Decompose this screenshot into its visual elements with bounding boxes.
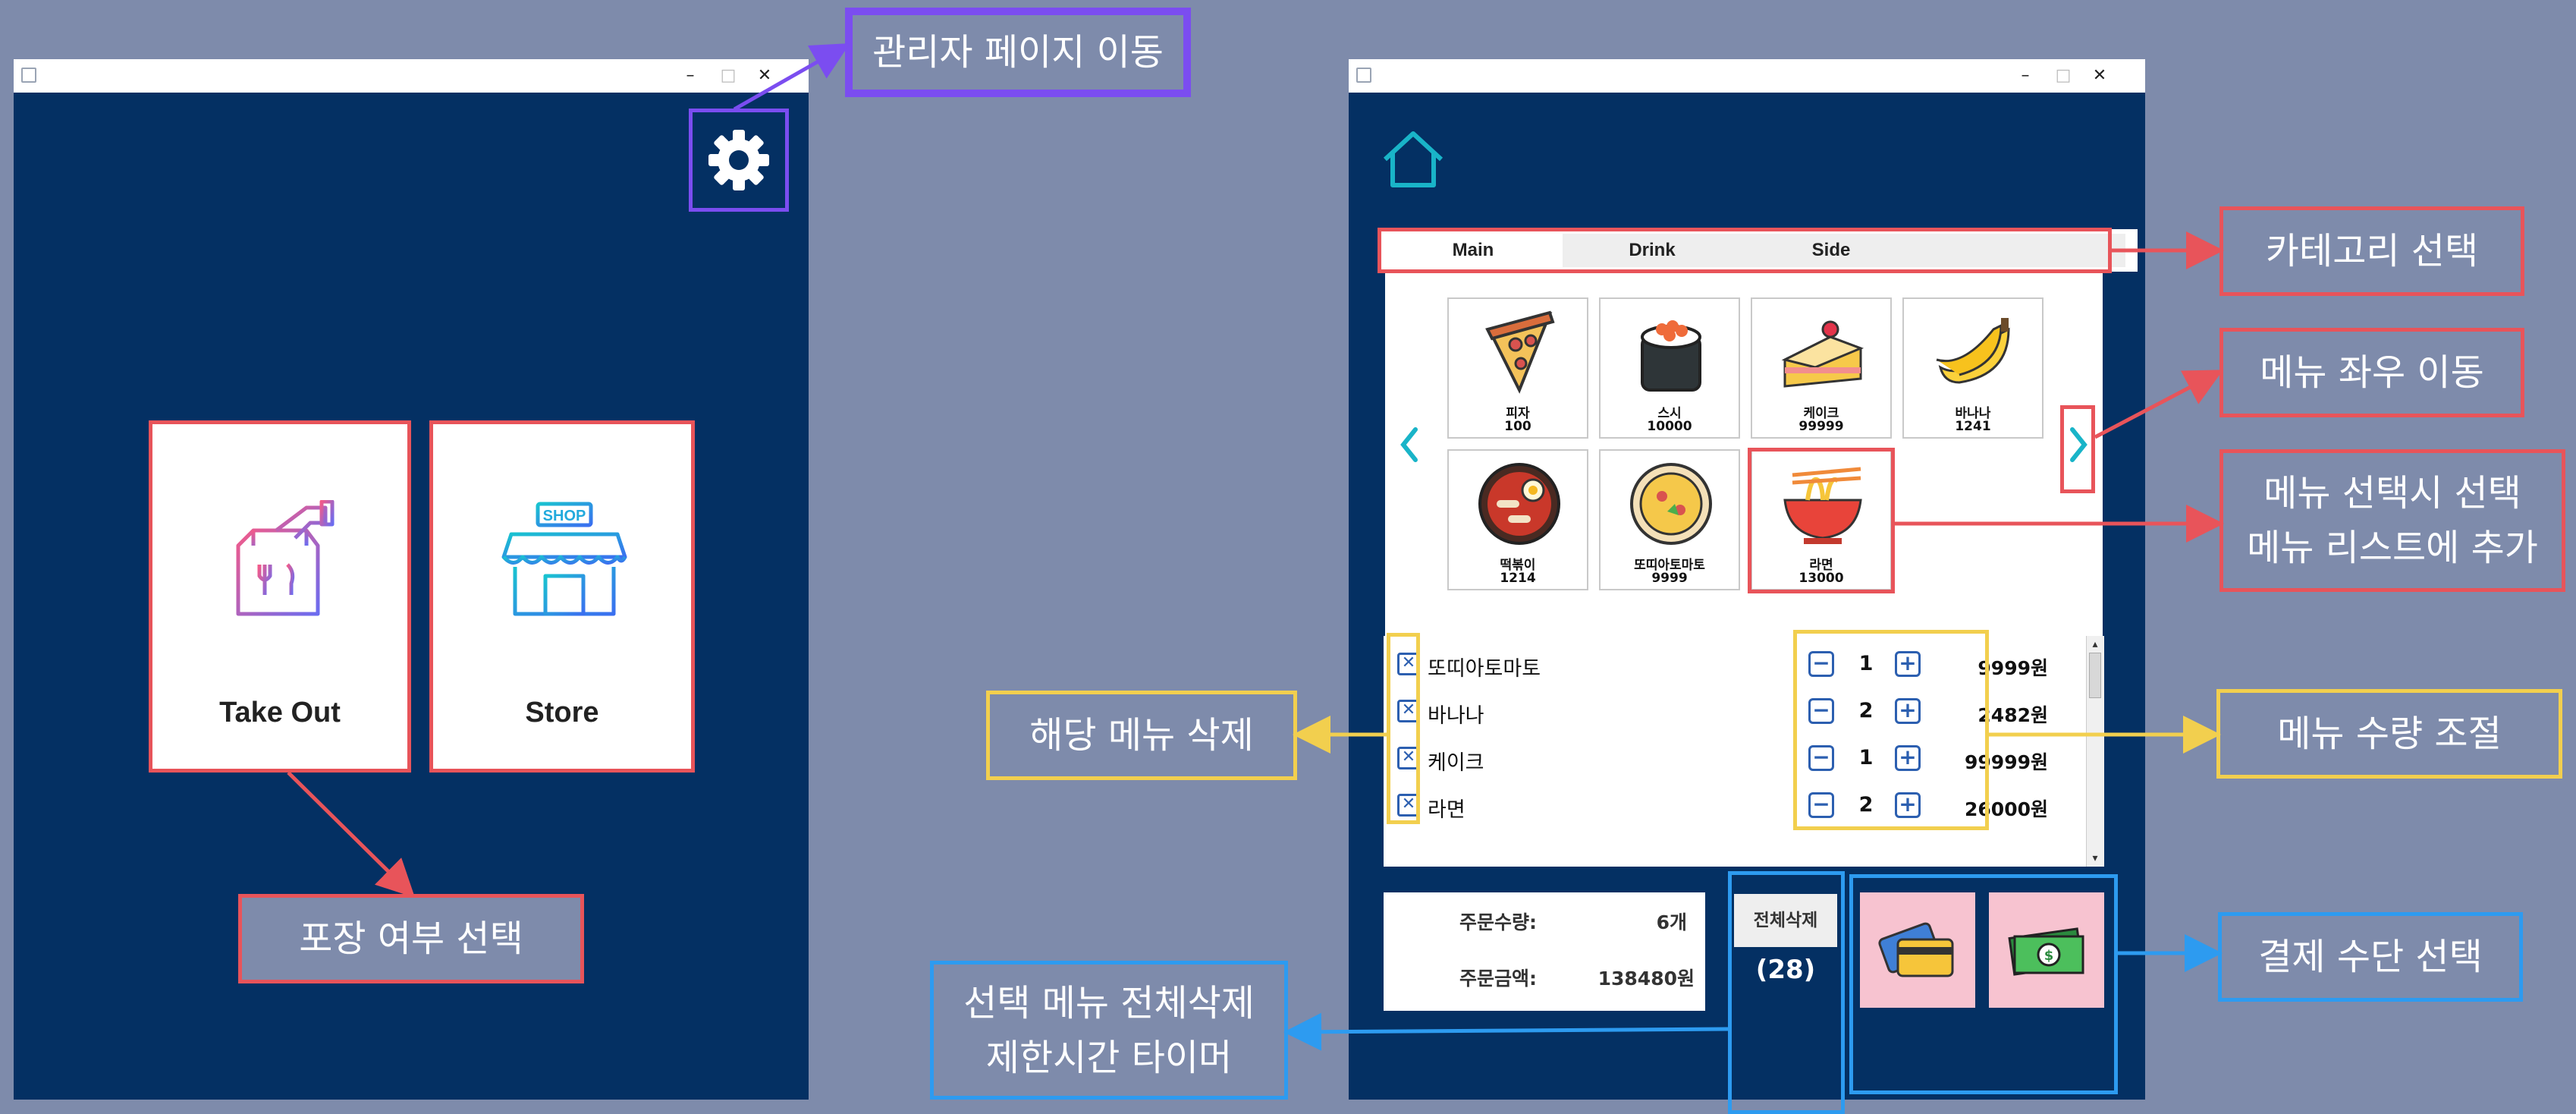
settings-button[interactable] bbox=[689, 109, 789, 212]
sushi-icon bbox=[1641, 320, 1701, 392]
menu-item-tteokbokki[interactable]: 떡볶이 1214 bbox=[1447, 449, 1588, 590]
pizza-icon bbox=[1485, 310, 1555, 394]
menu-item-price: 1241 bbox=[1955, 419, 1991, 434]
minimize-button[interactable]: – bbox=[2010, 62, 2040, 90]
list-scrollbar[interactable]: ▴ ▾ bbox=[2086, 636, 2104, 867]
tteokbokki-icon bbox=[1478, 463, 1560, 545]
annotation-payment-text: 결제 수단 선택 bbox=[2258, 935, 2483, 978]
annotation-menu-move: 메뉴 좌우 이동 bbox=[2219, 328, 2524, 417]
menu-item-price: 9999 bbox=[1651, 571, 1688, 586]
item-name: 라면 bbox=[1428, 798, 1465, 822]
order-count-value: 6개 bbox=[1656, 911, 1687, 933]
store-label: Store bbox=[525, 697, 599, 729]
menu-item-cake[interactable]: 케이크 99999 bbox=[1751, 297, 1892, 439]
close-button[interactable]: ✕ bbox=[2084, 62, 2115, 90]
annotation-clear-timer-text: 선택 메뉴 전체삭제 제한시간 타이머 bbox=[963, 981, 1255, 1079]
close-button[interactable]: ✕ bbox=[749, 62, 780, 90]
maximize-button[interactable]: □ bbox=[713, 62, 743, 90]
shop-icon: SHOP bbox=[501, 502, 627, 616]
annotation-menu-move-text: 메뉴 좌우 이동 bbox=[2260, 351, 2484, 394]
menu-item-tortilla[interactable]: 또띠아토마토 9999 bbox=[1599, 449, 1740, 590]
gear-icon bbox=[708, 130, 769, 190]
annotation-category-text: 카테고리 선택 bbox=[2265, 229, 2479, 272]
scroll-down-arrow[interactable]: ▾ bbox=[2090, 853, 2100, 864]
annotation-quantity: 메뉴 수량 조절 bbox=[2216, 689, 2562, 779]
menu-item-banana[interactable]: 바나나 1241 bbox=[1902, 297, 2044, 439]
java-app-icon bbox=[1356, 68, 1371, 83]
scroll-thumb[interactable] bbox=[2089, 653, 2101, 698]
menu-item-price: 99999 bbox=[1798, 419, 1844, 434]
takeout-label: Take Out bbox=[219, 697, 341, 729]
delete-column-highlight bbox=[1387, 633, 1420, 824]
title-bar: – □ ✕ bbox=[14, 59, 809, 93]
maximize-button[interactable]: □ bbox=[2048, 62, 2078, 90]
item-name: 케이크 bbox=[1428, 751, 1484, 775]
store-button[interactable]: SHOP Store bbox=[429, 420, 695, 773]
tortilla-icon bbox=[1630, 463, 1712, 545]
menu-item-price: 10000 bbox=[1647, 419, 1692, 434]
payment-highlight bbox=[1849, 874, 2118, 1094]
category-highlight bbox=[1378, 228, 2112, 273]
annotation-category: 카테고리 선택 bbox=[2219, 206, 2524, 296]
order-amount-value: 138480원 bbox=[1597, 968, 1695, 990]
takeout-bag-icon bbox=[236, 500, 335, 616]
annotation-admin-text: 관리자 페이지 이동 bbox=[853, 15, 1183, 90]
chevron-right-icon[interactable] bbox=[2063, 422, 2094, 467]
quantity-column-highlight bbox=[1793, 630, 1989, 830]
item-name: 또띠아토마토 bbox=[1428, 657, 1541, 681]
annotation-payment: 결제 수단 선택 bbox=[2218, 912, 2523, 1002]
menu-item-pizza[interactable]: 피자 100 bbox=[1447, 297, 1588, 439]
menu-item-price: 100 bbox=[1504, 419, 1531, 434]
annotation-delete-item: 해당 메뉴 삭제 bbox=[986, 691, 1297, 780]
order-summary: 주문수량: 6개 주문금액: 138480원 bbox=[1384, 892, 1705, 1011]
order-count-label: 주문수량: bbox=[1459, 911, 1537, 933]
timer-highlight bbox=[1728, 871, 1845, 1114]
order-screen-window: – □ ✕ Main Drink Side 피자 100 스시 10000 케이… bbox=[1349, 59, 2145, 1114]
java-app-icon bbox=[21, 68, 36, 83]
shop-sign-text: SHOP bbox=[543, 508, 586, 524]
chevron-left-icon[interactable] bbox=[1394, 422, 1425, 467]
annotation-admin: 관리자 페이지 이동 bbox=[845, 8, 1191, 97]
annotation-takeout-text: 포장 여부 선택 bbox=[299, 917, 523, 960]
scroll-up-arrow[interactable]: ▴ bbox=[2090, 639, 2100, 650]
annotation-clear-timer: 선택 메뉴 전체삭제 제한시간 타이머 bbox=[930, 961, 1288, 1100]
home-icon[interactable] bbox=[1381, 129, 1446, 190]
title-bar: – □ ✕ bbox=[1349, 59, 2145, 93]
annotation-takeout: 포장 여부 선택 bbox=[238, 894, 584, 983]
menu-item-sushi[interactable]: 스시 10000 bbox=[1599, 297, 1740, 439]
menu-item-price: 1214 bbox=[1500, 571, 1536, 586]
takeout-button[interactable]: Take Out bbox=[149, 420, 411, 773]
annotation-menu-add-text: 메뉴 선택시 선택 메뉴 리스트에 추가 bbox=[2247, 472, 2538, 569]
item-name: 바나나 bbox=[1428, 704, 1484, 728]
banana-icon bbox=[1936, 318, 2010, 384]
cake-icon bbox=[1781, 320, 1864, 388]
annotation-menu-add: 메뉴 선택시 선택 메뉴 리스트에 추가 bbox=[2219, 449, 2565, 592]
menu-item-select-highlight bbox=[1748, 448, 1895, 593]
annotation-delete-item-text: 해당 메뉴 삭제 bbox=[1029, 713, 1254, 757]
minimize-button[interactable]: – bbox=[675, 62, 705, 90]
annotation-quantity-text: 메뉴 수량 조절 bbox=[2277, 712, 2502, 755]
order-amount-label: 주문금액: bbox=[1459, 968, 1537, 990]
